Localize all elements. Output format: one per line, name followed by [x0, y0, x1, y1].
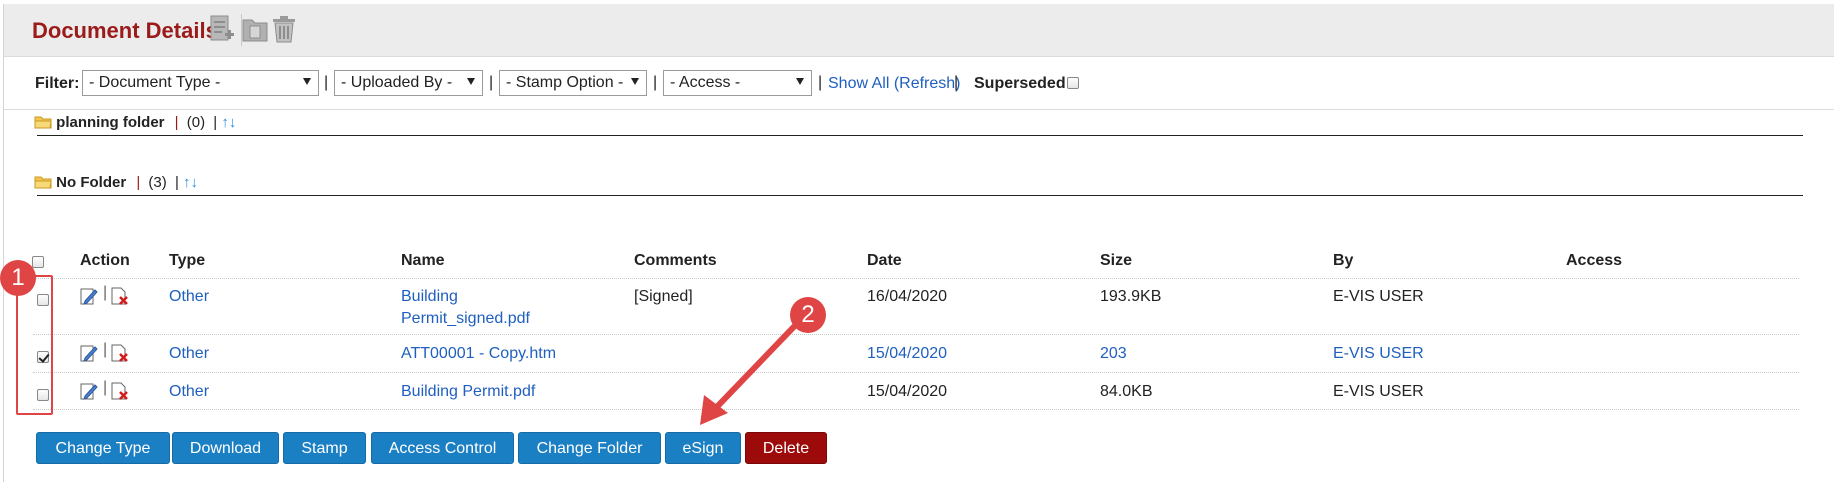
stamp-option-select-value: - Stamp Option - [506, 74, 624, 91]
folder-separator: | [174, 174, 179, 191]
row-date: 15/04/2020 [867, 383, 948, 400]
row-size: 193.9KB [1100, 288, 1162, 305]
document-details-panel: Document Details Filter: - Document Type… [3, 4, 1834, 482]
row-name[interactable]: Building Permit.pdf [401, 383, 535, 401]
superseded-label: Superseded [974, 75, 1066, 92]
edit-icon[interactable] [79, 286, 99, 306]
row-divider [33, 334, 1799, 335]
delete-button[interactable]: Delete [745, 432, 827, 464]
filter-separator: | [818, 74, 823, 91]
superseded-checkbox[interactable] [1067, 77, 1079, 89]
action-separator: | [103, 379, 108, 396]
row-name[interactable]: Building [401, 288, 458, 306]
row-comments: [Signed] [634, 288, 693, 305]
folder-separator: | [174, 114, 179, 131]
delete-file-icon[interactable] [110, 286, 130, 306]
row-name[interactable]: ATT00001 - Copy.htm [401, 345, 556, 363]
edit-icon[interactable] [79, 381, 99, 401]
row-type[interactable]: Other [169, 383, 209, 401]
action-separator: | [103, 284, 108, 301]
folder-divider [37, 195, 1803, 196]
page-title: Document Details [32, 18, 218, 43]
row-size[interactable]: 203 [1100, 345, 1127, 363]
row-type[interactable]: Other [169, 288, 209, 306]
folder-document-icon[interactable] [241, 14, 269, 44]
row-by: E-VIS USER [1333, 383, 1424, 400]
edit-icon[interactable] [79, 343, 99, 363]
stamp-option-select[interactable]: - Stamp Option - [499, 70, 647, 96]
chevron-down-icon [467, 78, 475, 85]
header-name[interactable]: Name [401, 252, 445, 270]
filter-bar: Filter: - Document Type - | - Uploaded B… [4, 57, 1834, 110]
row-type[interactable]: Other [169, 345, 209, 363]
annotation-marker-2: 2 [790, 297, 826, 333]
folder-planning[interactable]: planning folder | (0) | ↑↓ [34, 114, 236, 131]
annotation-marker-1: 1 [0, 260, 36, 296]
change-folder-button[interactable]: Change Folder [518, 432, 661, 464]
header-type[interactable]: Type [169, 252, 205, 270]
row-name-cont[interactable]: Permit_signed.pdf [401, 310, 530, 328]
row-divider [33, 409, 1799, 410]
access-control-button[interactable]: Access Control [371, 432, 514, 464]
header-size[interactable]: Size [1100, 252, 1132, 270]
filter-separator: | [324, 74, 329, 91]
folder-no-folder[interactable]: No Folder | (3) | ↑↓ [34, 174, 198, 191]
row-by: E-VIS USER [1333, 288, 1424, 305]
header-date[interactable]: Date [867, 252, 902, 270]
sort-icon[interactable]: ↑↓ [183, 174, 198, 191]
uploaded-by-select[interactable]: - Uploaded By - [334, 70, 483, 96]
chevron-down-icon [631, 78, 639, 85]
change-type-button[interactable]: Change Type [36, 432, 170, 464]
select-all-checkbox[interactable] [32, 256, 44, 268]
document-type-select-value: - Document Type - [89, 74, 221, 91]
folder-count: (0) [186, 114, 206, 131]
filter-separator: | [954, 74, 959, 91]
header-comments[interactable]: Comments [634, 252, 717, 270]
folder-name: planning folder [56, 114, 165, 131]
row-date: 16/04/2020 [867, 288, 948, 305]
header-action: Action [80, 252, 130, 269]
row-date[interactable]: 15/04/2020 [867, 345, 947, 363]
action-separator: | [103, 341, 108, 358]
row-by[interactable]: E-VIS USER [1333, 345, 1424, 363]
filter-label: Filter: [35, 75, 80, 92]
row-divider [33, 372, 1799, 373]
folder-name: No Folder [56, 174, 127, 191]
folder-divider [37, 135, 1803, 136]
folder-icon [34, 116, 52, 129]
access-select[interactable]: - Access - [663, 70, 812, 96]
sort-icon[interactable]: ↑↓ [221, 114, 236, 131]
show-all-refresh-link[interactable]: Show All (Refresh) [828, 75, 961, 93]
annotation-checkbox-highlight [16, 275, 53, 415]
esign-button[interactable]: eSign [665, 432, 741, 464]
stamp-button[interactable]: Stamp [283, 432, 366, 464]
folder-count: (3) [148, 174, 167, 191]
trash-icon[interactable] [270, 14, 298, 44]
download-button[interactable]: Download [172, 432, 279, 464]
add-document-icon[interactable] [208, 14, 236, 44]
row-divider [33, 278, 1799, 279]
delete-file-icon[interactable] [110, 343, 130, 363]
chevron-down-icon [796, 78, 804, 85]
chevron-down-icon [303, 78, 311, 85]
delete-file-icon[interactable] [110, 381, 130, 401]
folder-separator: | [213, 114, 218, 131]
filter-separator: | [489, 74, 494, 91]
row-size: 84.0KB [1100, 383, 1153, 400]
filter-separator: | [653, 74, 658, 91]
uploaded-by-select-value: - Uploaded By - [341, 74, 453, 91]
folder-separator: | [136, 174, 141, 191]
folder-icon [34, 176, 52, 189]
document-type-select[interactable]: - Document Type - [82, 70, 319, 96]
header-access[interactable]: Access [1566, 252, 1622, 270]
header-by[interactable]: By [1333, 252, 1353, 270]
access-select-value: - Access - [670, 74, 741, 91]
panel-header: Document Details [4, 4, 1834, 57]
